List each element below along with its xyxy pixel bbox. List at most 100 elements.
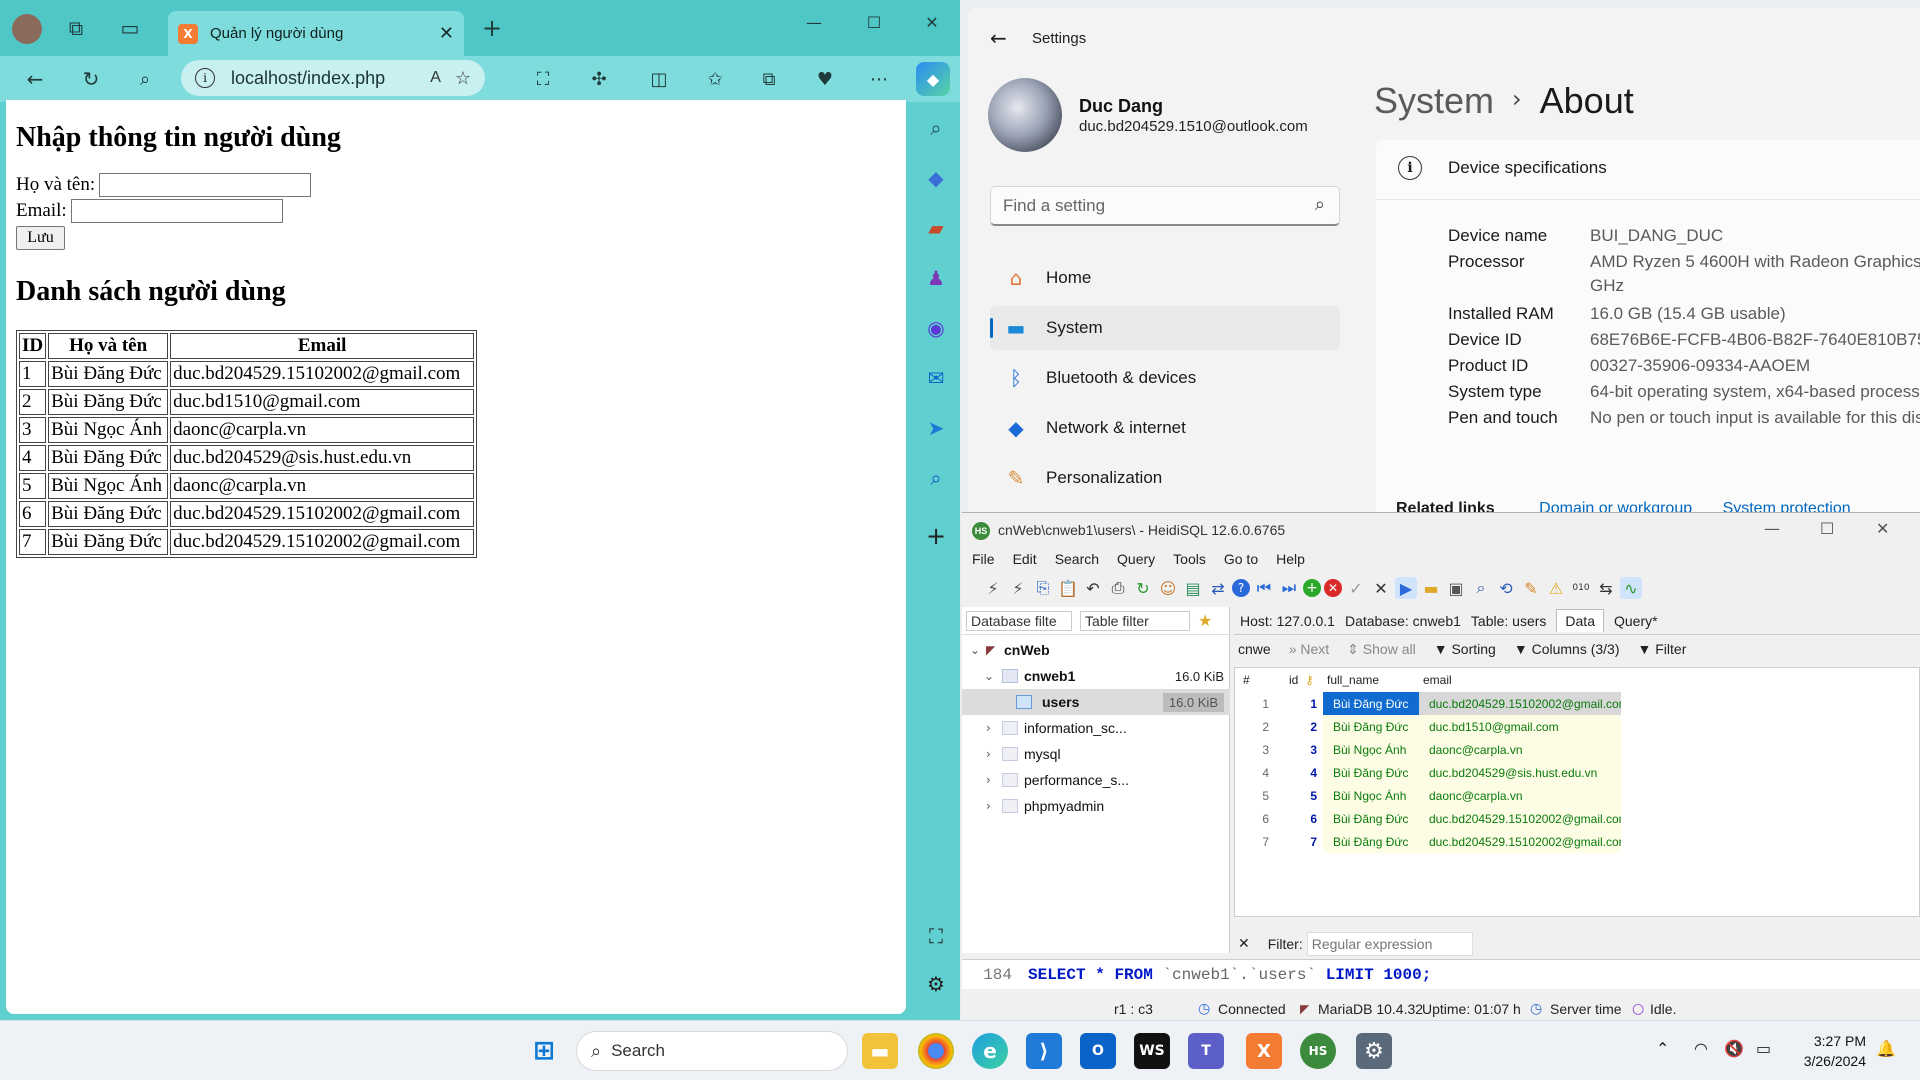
save-icon[interactable]: ▣ (1445, 577, 1467, 599)
sidebar-hide-icon[interactable]: ⛶ (920, 920, 952, 952)
screenshot-icon[interactable]: ⛶ (528, 64, 558, 94)
table-filter-input[interactable]: Table filter (1080, 610, 1190, 631)
tree-table-users[interactable]: users 16.0 KiB (962, 689, 1230, 715)
tree-db-mysql[interactable]: › mysql (962, 741, 1230, 767)
grid-cell-full-name[interactable]: Bùi Đăng Đức (1323, 830, 1419, 853)
connect-icon[interactable]: ⚡ (982, 577, 1004, 599)
insert-row-icon[interactable]: + (1303, 579, 1321, 597)
minimize-icon[interactable]: — (1764, 519, 1780, 538)
disconnect-icon[interactable]: ⚡ (1007, 577, 1029, 599)
grid-cell-email[interactable]: duc.bd1510@gmail.com (1419, 715, 1621, 738)
menu-tools[interactable]: Tools (1173, 551, 1206, 567)
sidebar-bing-search-icon[interactable]: ⌕ (920, 462, 952, 494)
grid-cell-full-name[interactable]: Bùi Đăng Đức (1323, 807, 1419, 830)
chevron-down-icon[interactable]: ⌄ (984, 669, 994, 683)
chart-icon[interactable]: ∿ (1620, 577, 1642, 599)
chevron-down-icon[interactable]: ⌄ (970, 643, 980, 657)
sidebar-outlook-icon[interactable]: ✉ (920, 362, 952, 394)
name-input[interactable] (99, 173, 312, 197)
email-input[interactable] (70, 199, 283, 223)
search-icon[interactable]: ⌕ (130, 64, 160, 94)
delete-row-icon[interactable]: ✕ (1324, 579, 1342, 597)
grid-cell-email[interactable]: daonc@carpla.vn (1419, 738, 1621, 761)
back-icon[interactable]: ← (990, 26, 1007, 50)
grid-cell-full-name[interactable]: Bùi Đăng Đức (1323, 761, 1419, 784)
read-aloud-icon[interactable]: A (430, 69, 441, 87)
new-tab-icon[interactable]: + (478, 14, 506, 42)
settings-search-input[interactable]: Find a setting ⌕ (990, 186, 1340, 226)
tab-host[interactable]: Host: 127.0.0.1 (1240, 613, 1335, 629)
favorites-icon[interactable]: ✩ (700, 64, 730, 94)
grid-header-email[interactable]: email (1423, 668, 1623, 692)
menu-query[interactable]: Query (1117, 551, 1155, 567)
find-icon[interactable]: ⌕ (1470, 577, 1492, 599)
start-windows-icon[interactable]: ⊞ (526, 1033, 562, 1069)
grid-cell-id[interactable]: 1 (1275, 692, 1321, 715)
heidisql-icon[interactable]: HS (1300, 1033, 1336, 1069)
menu-search[interactable]: Search (1055, 551, 1099, 567)
extensions-icon[interactable]: ✣ (584, 64, 614, 94)
taskbar-search[interactable]: ⌕ Search (576, 1031, 848, 1071)
run-query-icon[interactable]: ▶ (1395, 577, 1417, 599)
sidebar-shopping-icon[interactable]: ◆ (920, 162, 952, 194)
grid-cell-id[interactable]: 3 (1275, 738, 1321, 761)
grid-cell-email[interactable]: daonc@carpla.vn (1419, 784, 1621, 807)
close-window-icon[interactable]: ✕ (1876, 519, 1889, 538)
grid-cell-id[interactable]: 6 (1275, 807, 1321, 830)
device-specs-header[interactable]: i Device specifications (1376, 140, 1920, 200)
info-icon[interactable]: i (195, 68, 215, 88)
grid-cell-email[interactable]: duc.bd204529.15102002@gmail.com (1419, 692, 1621, 715)
breadcrumb-parent[interactable]: System (1374, 80, 1494, 121)
edge-icon[interactable]: e (972, 1033, 1008, 1069)
teams-icon[interactable]: T (1188, 1033, 1224, 1069)
tree-db-information-schema[interactable]: › information_sc... (962, 715, 1230, 741)
notification-bell-icon[interactable]: 🔔 (1876, 1039, 1896, 1058)
split-screen-icon[interactable]: ◫ (644, 64, 674, 94)
chevron-right-icon[interactable]: › (986, 747, 991, 761)
tab-actions-icon[interactable]: ▭ (118, 16, 142, 40)
chevron-right-icon[interactable]: › (986, 799, 991, 813)
cancel-icon[interactable]: ✕ (1370, 577, 1392, 599)
nav-item-bluetooth[interactable]: ᛒ Bluetooth & devices (990, 356, 1340, 400)
sidebar-office-icon[interactable]: ◉ (920, 312, 952, 344)
filter-input[interactable] (1306, 932, 1473, 956)
sidebar-add-icon[interactable]: + (920, 520, 952, 552)
grid-cell-full-name[interactable]: Bùi Ngọc Ánh (1323, 784, 1419, 807)
users-icon[interactable]: ☺ (1157, 577, 1179, 599)
last-record-icon[interactable]: ⏭ (1278, 577, 1300, 599)
chevron-right-icon[interactable]: › (986, 721, 991, 735)
undo-icon[interactable]: ↶ (1082, 577, 1104, 599)
grid-header-rownum[interactable]: # (1243, 668, 1273, 692)
grid-cell-full-name[interactable]: Bùi Đăng Đức (1323, 692, 1419, 715)
maximize-icon[interactable]: ☐ (1820, 519, 1834, 538)
post-icon[interactable]: ✓ (1345, 577, 1367, 599)
menu-edit[interactable]: Edit (1013, 551, 1037, 567)
profile-avatar[interactable] (12, 14, 42, 44)
menu-goto[interactable]: Go to (1224, 551, 1258, 567)
help-icon[interactable]: ? (1232, 579, 1250, 597)
more-icon[interactable]: ⋯ (864, 64, 894, 94)
grid-cell-full-name[interactable]: Bùi Đăng Đức (1323, 715, 1419, 738)
tree-db-phpmyadmin[interactable]: › phpmyadmin (962, 793, 1230, 819)
favorites-star-icon[interactable]: ★ (1198, 611, 1212, 630)
workspaces-icon[interactable]: ⧉ (64, 16, 88, 40)
open-folder-icon[interactable]: ▬ (1420, 577, 1442, 599)
webstorm-icon[interactable]: WS (1134, 1033, 1170, 1069)
refresh-icon[interactable]: ↻ (76, 64, 106, 94)
outlook-icon[interactable]: O (1080, 1033, 1116, 1069)
sidebar-drop-icon[interactable]: ➤ (920, 412, 952, 444)
filter-button[interactable]: ▼ Filter (1638, 641, 1687, 657)
print-icon[interactable]: ⎙ (1107, 577, 1129, 599)
system-protection-link[interactable]: System protection (1723, 500, 1851, 512)
grid-header-full-name[interactable]: full_name (1327, 668, 1417, 692)
wifi-icon[interactable]: ◠ (1694, 1039, 1708, 1058)
speaker-mute-icon[interactable]: 🔇 (1724, 1039, 1744, 1058)
sidebar-settings-icon[interactable]: ⚙ (920, 968, 952, 1000)
copy-icon[interactable]: ⎘ (1032, 577, 1054, 599)
menu-help[interactable]: Help (1276, 551, 1305, 567)
format-icon[interactable]: ✎ (1520, 577, 1542, 599)
save-button[interactable]: Lưu (16, 226, 65, 250)
grid-cell-id[interactable]: 2 (1275, 715, 1321, 738)
vscode-icon[interactable]: ⟩ (1026, 1033, 1062, 1069)
close-filter-icon[interactable]: ✕ (1238, 936, 1250, 952)
